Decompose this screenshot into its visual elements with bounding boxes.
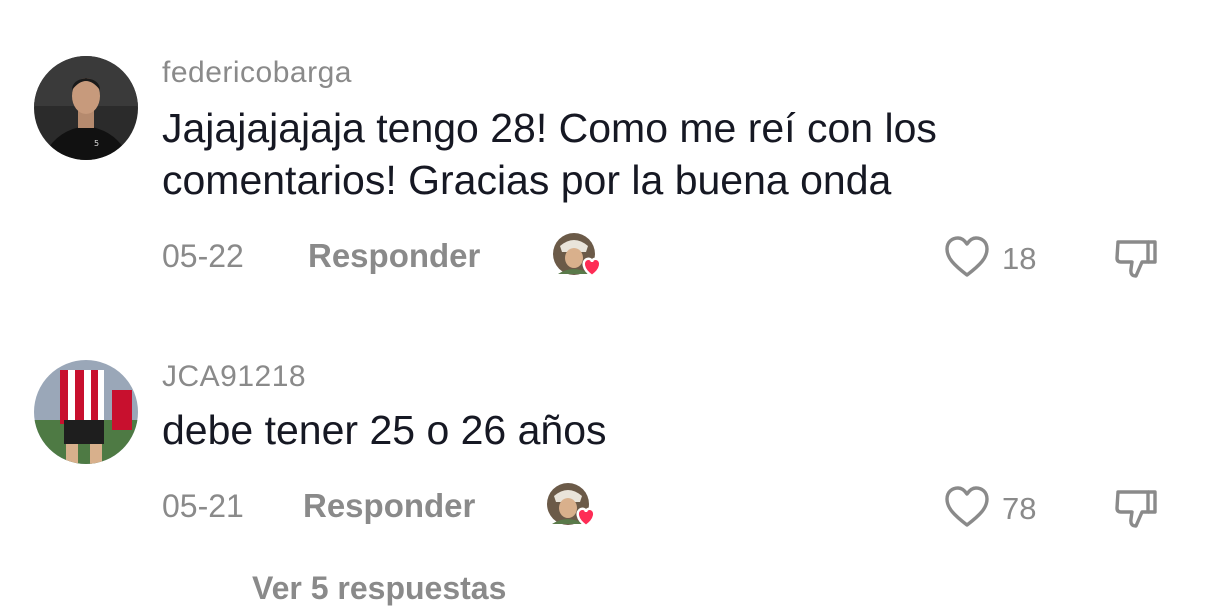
like-count: 78 (1002, 491, 1037, 526)
view-replies-link[interactable]: Ver 5 respuestas (252, 570, 506, 607)
creator-liked-badge-icon (546, 482, 606, 532)
comment-date: 05-21 (162, 488, 244, 524)
heart-outline-icon (945, 486, 989, 527)
comment-actions: 05-22 Responder 18 (162, 232, 1162, 282)
like-button[interactable]: 78 (944, 485, 1044, 529)
comment-username[interactable]: federicobarga (162, 56, 352, 90)
heart-outline-icon (945, 236, 989, 277)
thumbs-down-icon (1115, 240, 1157, 278)
svg-text:5: 5 (94, 139, 99, 148)
comment-text: Jajajajajaja tengo 28! Como me reí con l… (162, 102, 1162, 206)
comment-text-line: Jajajajajaja tengo 28! Como me reí con l… (162, 105, 937, 151)
avatar[interactable]: 5 (34, 56, 138, 160)
thumbs-down-icon (1115, 490, 1157, 528)
reply-button[interactable]: Responder (303, 487, 475, 525)
dislike-button[interactable] (1112, 484, 1160, 532)
comment-text-line: comentarios! Gracias por la buena onda (162, 157, 892, 203)
comment-actions: 05-21 Responder 78 (162, 482, 1162, 532)
creator-liked-badge-icon (552, 232, 612, 282)
like-button[interactable]: 18 (944, 235, 1044, 279)
comment-text: debe tener 25 o 26 años (162, 404, 1162, 456)
dislike-button[interactable] (1112, 234, 1160, 282)
like-count: 18 (1002, 241, 1037, 276)
comment-text-line: debe tener 25 o 26 años (162, 407, 607, 453)
avatar[interactable] (34, 360, 138, 464)
comment-date: 05-22 (162, 238, 244, 274)
reply-button[interactable]: Responder (308, 237, 480, 275)
comment-username[interactable]: JCA91218 (162, 360, 306, 394)
